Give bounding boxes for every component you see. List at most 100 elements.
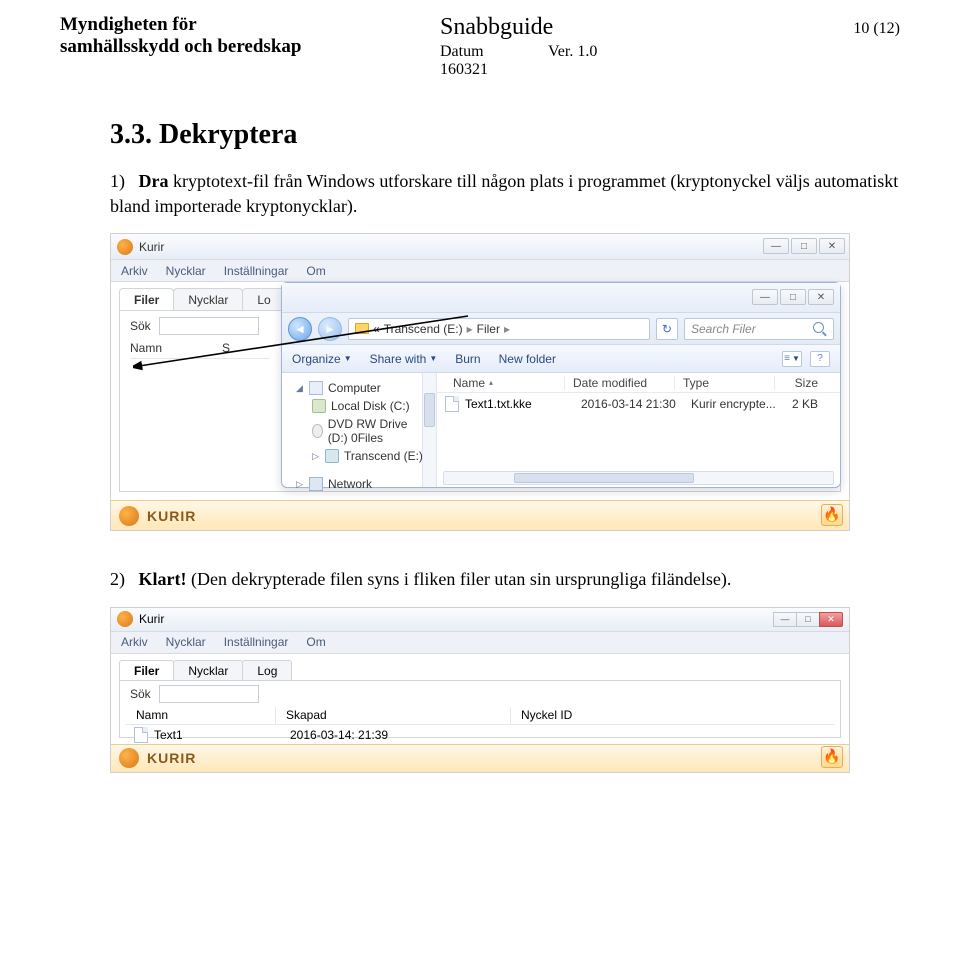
- kurir-app-icon: [117, 611, 133, 627]
- fire-button[interactable]: 🔥: [821, 746, 843, 768]
- minimize-button[interactable]: —: [773, 612, 797, 627]
- menu-arkiv[interactable]: Arkiv: [121, 264, 148, 278]
- tab-log-trunc[interactable]: Lo: [242, 288, 285, 310]
- dvd-icon: [312, 424, 323, 438]
- exp-maximize-button[interactable]: □: [780, 289, 806, 305]
- tb-share[interactable]: Share with ▼: [370, 352, 438, 366]
- tab-filer[interactable]: Filer: [119, 660, 174, 680]
- menu-installningar[interactable]: Inställningar: [224, 635, 289, 649]
- menu-arkiv[interactable]: Arkiv: [121, 635, 148, 649]
- kurir-logo-text: KURIR: [147, 750, 196, 766]
- sok-input[interactable]: [159, 317, 259, 335]
- chevron-down-icon: ▼: [344, 354, 352, 363]
- horizontal-scrollbar[interactable]: [443, 471, 834, 485]
- menu-nycklar[interactable]: Nycklar: [166, 635, 206, 649]
- tb-new-folder[interactable]: New folder: [499, 352, 556, 366]
- file-icon: [445, 396, 459, 412]
- org-line-1: Myndigheten för: [60, 14, 440, 36]
- computer-icon: [309, 381, 323, 395]
- caret-icon: ▷: [296, 479, 304, 490]
- tree-scrollbar[interactable]: [422, 373, 436, 487]
- caret-icon: ◢: [296, 383, 304, 394]
- col-nyckel-id[interactable]: Nyckel ID: [511, 707, 834, 724]
- menu-om[interactable]: Om: [306, 635, 325, 649]
- kurir2-window-buttons: — □ ✕: [774, 612, 843, 627]
- kurir-logo-text: KURIR: [147, 508, 196, 524]
- tree-transcend[interactable]: ▷Transcend (E:): [286, 447, 432, 465]
- tab-nycklar[interactable]: Nycklar: [173, 660, 243, 680]
- close-button[interactable]: ✕: [819, 238, 845, 254]
- section-heading: 3.3. Dekryptera: [110, 119, 900, 151]
- search-placeholder: Search Filer: [691, 322, 756, 336]
- explorer-tree: ◢Computer Local Disk (C:) DVD RW Drive (…: [282, 373, 437, 487]
- view-button[interactable]: ≡▼: [782, 351, 802, 367]
- scroll-thumb[interactable]: [514, 473, 694, 483]
- col-date[interactable]: Date modified: [565, 376, 675, 390]
- refresh-button[interactable]: ↻: [656, 318, 678, 340]
- datum-value: 160321: [440, 61, 488, 79]
- file-date: 2016-03-14: 21:39: [286, 728, 521, 742]
- section-body: 3.3. Dekryptera 1) Dra kryptotext-fil fr…: [110, 119, 900, 773]
- tab-log[interactable]: Log: [242, 660, 292, 680]
- tab-nycklar[interactable]: Nycklar: [173, 288, 243, 310]
- chevron-right-icon: ▸: [467, 322, 473, 336]
- folder-icon: [355, 323, 369, 334]
- usb-icon: [325, 449, 339, 463]
- tree-localdisk[interactable]: Local Disk (C:): [286, 397, 432, 415]
- col-type[interactable]: Type: [675, 376, 775, 390]
- menu-nycklar[interactable]: Nycklar: [166, 264, 206, 278]
- nav-back-button[interactable]: ◄: [288, 317, 312, 341]
- tb-burn[interactable]: Burn: [455, 352, 480, 366]
- kurir-window-buttons: — □ ✕: [763, 238, 845, 254]
- explorer-titlebar: — □ ✕: [282, 283, 840, 313]
- col-skapad[interactable]: Skapad: [276, 707, 511, 724]
- explorer-file-pane: Name▴ Date modified Type Size Text1.txt.…: [437, 373, 840, 487]
- col-size[interactable]: Size: [775, 376, 832, 390]
- file-size: 2 KB: [791, 397, 832, 411]
- scroll-thumb[interactable]: [424, 393, 435, 427]
- file-type: Kurir encrypte...: [691, 397, 791, 411]
- sok-input[interactable]: [159, 685, 259, 703]
- exp-minimize-button[interactable]: —: [752, 289, 778, 305]
- tab-filer[interactable]: Filer: [119, 288, 174, 310]
- chevron-right-icon: ▸: [504, 322, 510, 336]
- tree-computer[interactable]: ◢Computer: [286, 379, 432, 397]
- step-1-text: 1) Dra kryptotext-fil från Windows utfor…: [110, 169, 900, 219]
- bc-seg-2[interactable]: Filer: [477, 322, 500, 336]
- menu-om[interactable]: Om: [306, 264, 325, 278]
- fire-button[interactable]: 🔥: [821, 504, 843, 526]
- minimize-button[interactable]: —: [763, 238, 789, 254]
- tree-dvd[interactable]: DVD RW Drive (D:) 0Files: [286, 415, 432, 447]
- file-row[interactable]: Text1.txt.kke 2016-03-14 21:30 Kurir enc…: [437, 393, 840, 415]
- maximize-button[interactable]: □: [796, 612, 820, 627]
- help-button[interactable]: ?: [810, 351, 830, 367]
- kurir2-menubar: Arkiv Nycklar Inställningar Om: [111, 632, 849, 654]
- col-s[interactable]: S: [222, 341, 230, 355]
- file-row[interactable]: Text1 2016-03-14: 21:39: [126, 727, 834, 743]
- kurir2-titlebar: Kurir — □ ✕: [111, 608, 849, 632]
- col-name[interactable]: Name▴: [445, 376, 565, 390]
- kurir-footer: KURIR 🔥: [111, 500, 849, 530]
- step-2-rest: (Den dekrypterade filen syns i fliken fi…: [186, 569, 731, 589]
- bc-seg-1[interactable]: Transcend (E:): [384, 322, 463, 336]
- col-namn[interactable]: Namn: [130, 341, 162, 355]
- chevron-down-icon: ▼: [792, 354, 800, 363]
- sok-label: Sök: [130, 319, 151, 333]
- close-button[interactable]: ✕: [819, 612, 843, 627]
- file-icon: [134, 727, 148, 743]
- explorer-window: — □ ✕ ◄ ► « Transcend (E:)▸ Filer▸ ↻ Sea…: [281, 282, 841, 488]
- screenshot-2: Kurir — □ ✕ Arkiv Nycklar Inställningar …: [110, 607, 850, 773]
- nav-forward-button[interactable]: ►: [318, 317, 342, 341]
- menu-installningar[interactable]: Inställningar: [224, 264, 289, 278]
- datum-label: Datum: [440, 43, 488, 61]
- col-namn[interactable]: Namn: [126, 707, 276, 724]
- exp-close-button[interactable]: ✕: [808, 289, 834, 305]
- kurir-menubar: Arkiv Nycklar Inställningar Om: [111, 260, 849, 282]
- tree-network[interactable]: ▷Network: [286, 475, 432, 493]
- tb-organize[interactable]: Organize ▼: [292, 352, 352, 366]
- page-number: 10 (12): [820, 14, 900, 79]
- breadcrumb[interactable]: « Transcend (E:)▸ Filer▸: [348, 318, 650, 340]
- explorer-search-input[interactable]: Search Filer: [684, 318, 834, 340]
- disk-icon: [312, 399, 326, 413]
- maximize-button[interactable]: □: [791, 238, 817, 254]
